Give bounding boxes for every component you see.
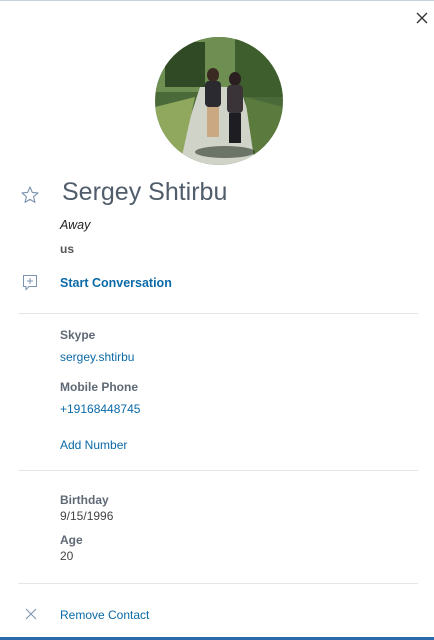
birthday-label: Birthday: [60, 493, 109, 507]
skype-id-link[interactable]: sergey.shtirbu: [60, 350, 134, 364]
divider: [18, 313, 418, 314]
add-conversation-icon: [23, 275, 37, 291]
location-text: us: [60, 242, 75, 256]
mobile-phone-link[interactable]: +19168448745: [60, 402, 140, 416]
avatar: [155, 37, 283, 165]
age-value: 20: [60, 549, 74, 563]
window-top-border: [0, 0, 434, 1]
skype-label: Skype: [60, 328, 96, 342]
start-conversation-icon-button[interactable]: [22, 274, 38, 292]
close-icon: [416, 12, 428, 24]
mobile-phone-label: Mobile Phone: [60, 380, 138, 394]
remove-contact-link[interactable]: Remove Contact: [60, 608, 149, 622]
avatar-photo: [155, 37, 283, 165]
add-number-link[interactable]: Add Number: [60, 438, 127, 452]
star-outline-icon: [21, 186, 39, 203]
remove-contact-icon-button[interactable]: [24, 607, 38, 621]
favorite-star-button[interactable]: [20, 185, 40, 205]
birthday-value: 9/15/1996: [60, 509, 114, 523]
contact-name: Sergey Shtirbu: [62, 178, 228, 206]
remove-x-icon: [25, 608, 37, 620]
age-label: Age: [60, 533, 83, 547]
presence-status: Away: [60, 218, 91, 232]
divider: [18, 583, 418, 584]
start-conversation-link[interactable]: Start Conversation: [60, 276, 172, 290]
divider: [18, 470, 418, 471]
close-button[interactable]: [411, 7, 433, 29]
